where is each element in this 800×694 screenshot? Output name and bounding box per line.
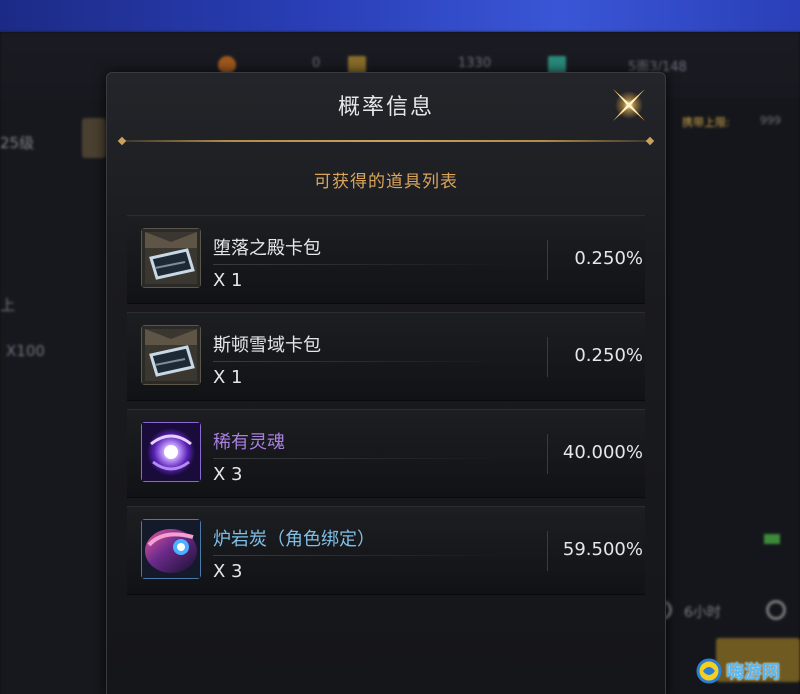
list-item[interactable]: 稀有灵魂 X 3 40.000%: [127, 409, 645, 498]
item-quantity: X 1: [213, 367, 243, 388]
list-item[interactable]: 炉岩炭（角色绑定） X 3 59.500%: [127, 506, 645, 595]
item-quantity: X 1: [213, 270, 243, 291]
divider: [213, 555, 513, 556]
level-label: 25级: [0, 134, 35, 152]
rare-soul-icon: [141, 422, 201, 482]
item-list: 堕落之殿卡包 X 1 0.250% 斯顿雪域卡包 X 1 0.250% 稀有灵魂…: [127, 215, 645, 603]
carry-value: 999: [760, 114, 781, 127]
level-button[interactable]: [82, 118, 106, 158]
item-probability: 0.250%: [574, 345, 643, 366]
item-probability: 59.500%: [562, 539, 643, 560]
close-icon: [613, 89, 645, 121]
left-note: 上: [0, 296, 16, 314]
lava-charcoal-icon: [141, 519, 201, 579]
item-name: 稀有灵魂: [213, 432, 285, 453]
title-divider: [121, 140, 651, 142]
carry-label: 携带上限:: [682, 116, 730, 129]
item-quantity: X 3: [213, 464, 243, 485]
watermark-logo-icon: [696, 658, 722, 684]
item-probability: 40.000%: [562, 442, 643, 463]
reward-quantity: X100: [6, 342, 45, 360]
resource-value-1: 0: [312, 56, 321, 71]
item-list-heading: 可获得的道具列表: [314, 172, 458, 192]
dialog-title: 概率信息: [337, 95, 434, 120]
top-bar: [0, 0, 800, 32]
flag-icon: [764, 534, 780, 544]
item-probability: 0.250%: [574, 248, 643, 269]
close-button[interactable]: [605, 81, 653, 129]
left-panel: [0, 98, 110, 694]
watermark: 嗨游网: [696, 654, 780, 688]
list-item[interactable]: 斯顿雪域卡包 X 1 0.250%: [127, 312, 645, 401]
timer-label: 6小时: [684, 605, 721, 621]
list-item[interactable]: 堕落之殿卡包 X 1 0.250%: [127, 215, 645, 304]
item-quantity: X 3: [213, 561, 243, 582]
radio-button[interactable]: [766, 600, 786, 620]
watermark-text: 嗨游网: [726, 662, 780, 683]
item-name: 斯顿雪域卡包: [213, 335, 321, 356]
card-pack-icon: [141, 325, 201, 385]
divider: [213, 361, 513, 362]
divider: [213, 458, 513, 459]
card-pack-icon: [141, 228, 201, 288]
probability-dialog: 概率信息 可获得的道具列表 堕落之殿卡包 X 1 0.250% 斯顿雪域卡包 X…: [106, 72, 666, 694]
item-name: 炉岩炭（角色绑定）: [213, 529, 375, 550]
item-name: 堕落之殿卡包: [213, 238, 321, 259]
game-screen: 0 1330 5面3/148 25级 上 X100 携带上限: 999 6小时 …: [0, 0, 800, 694]
divider: [213, 264, 513, 265]
resource-value-2: 1330: [458, 56, 492, 71]
